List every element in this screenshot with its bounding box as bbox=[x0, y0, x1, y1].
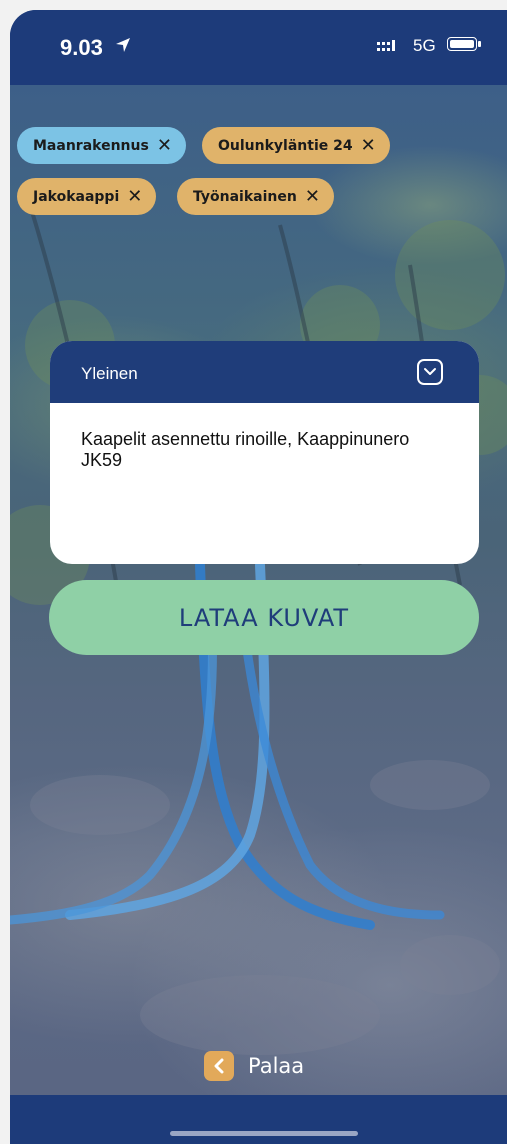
home-indicator[interactable] bbox=[170, 1131, 358, 1136]
card-header[interactable]: Yleinen bbox=[50, 341, 479, 403]
phone-screen: 9.03 5G Maanrakennus ✕ Oulunkyläntie 24 … bbox=[10, 10, 507, 1144]
upload-photos-button[interactable]: LATAA KUVAT bbox=[49, 580, 479, 655]
note-card: Yleinen Kaapelit asennettu rinoille, Kaa… bbox=[50, 341, 479, 564]
tag-chip-jakokaappi[interactable]: Jakokaappi ✕ bbox=[17, 178, 157, 215]
status-bar: 9.03 5G bbox=[10, 10, 507, 85]
tag-label: Jakokaappi bbox=[33, 188, 120, 205]
location-arrow-icon bbox=[116, 38, 130, 52]
back-label[interactable]: Palaa bbox=[248, 1054, 304, 1078]
bottom-bar bbox=[10, 1095, 507, 1144]
back-button[interactable]: Palaa bbox=[204, 1050, 304, 1082]
tag-chip-oulunkylantie[interactable]: Oulunkyläntie 24 ✕ bbox=[202, 127, 390, 164]
note-text[interactable]: Kaapelit asennettu rinoille, Kaappinuner… bbox=[50, 403, 479, 471]
remove-tag-icon[interactable]: ✕ bbox=[361, 136, 376, 155]
tag-label: Työnaikainen bbox=[193, 188, 297, 205]
remove-tag-icon[interactable]: ✕ bbox=[305, 187, 320, 206]
remove-tag-icon[interactable]: ✕ bbox=[157, 136, 172, 155]
category-select-label[interactable]: Yleinen bbox=[81, 364, 138, 384]
chevron-left-icon[interactable] bbox=[204, 1051, 234, 1081]
remove-tag-icon[interactable]: ✕ bbox=[127, 187, 142, 206]
tag-chip-maanrakennus[interactable]: Maanrakennus ✕ bbox=[17, 127, 186, 164]
battery-icon bbox=[447, 37, 481, 51]
tag-label: Oulunkyläntie 24 bbox=[218, 137, 353, 154]
tag-label: Maanrakennus bbox=[33, 137, 149, 154]
status-time: 9.03 bbox=[60, 35, 103, 60]
signal-icon bbox=[377, 40, 395, 51]
tag-chip-tyonaikainen[interactable]: Työnaikainen ✕ bbox=[177, 178, 334, 215]
network-type: 5G bbox=[413, 36, 436, 55]
chevron-down-icon[interactable] bbox=[417, 359, 443, 385]
